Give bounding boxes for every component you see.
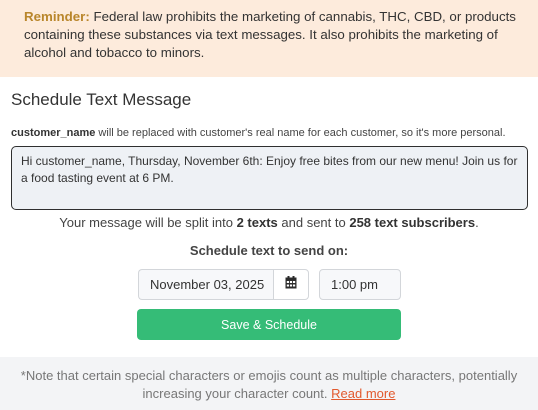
read-more-link[interactable]: Read more <box>331 386 395 401</box>
note-text: *Note that certain special characters or… <box>20 368 518 401</box>
page-title: Schedule Text Message <box>11 90 192 109</box>
hint-text: will be replaced with customer's real na… <box>95 127 506 139</box>
save-schedule-button[interactable]: Save & Schedule <box>137 309 401 340</box>
split-suffix: . <box>475 215 479 230</box>
time-input[interactable]: 1:00 pm <box>319 269 401 300</box>
calendar-icon <box>285 275 297 294</box>
character-count-note: *Note that certain special characters or… <box>0 357 538 410</box>
personalization-hint: customer_name will be replaced with cust… <box>11 127 506 139</box>
schedule-label: Schedule text to send on: <box>189 243 349 258</box>
message-textarea[interactable]: Hi customer_name, Thursday, November 6th… <box>11 146 528 210</box>
text-count: 2 texts <box>236 215 278 230</box>
subscriber-count: 258 text subscribers <box>349 215 476 230</box>
reminder-label: Reminder: <box>24 9 90 24</box>
split-summary: Your message will be split into 2 texts … <box>0 215 538 230</box>
split-middle: and sent to <box>277 215 350 230</box>
reminder-text: Federal law prohibits the marketing of c… <box>24 9 516 60</box>
hint-token: customer_name <box>11 127 96 139</box>
date-input[interactable]: November 03, 2025 <box>138 269 273 300</box>
calendar-button[interactable] <box>273 269 309 300</box>
compliance-reminder-banner: Reminder: Federal law prohibits the mark… <box>0 0 538 77</box>
split-prefix: Your message will be split into <box>59 215 237 230</box>
